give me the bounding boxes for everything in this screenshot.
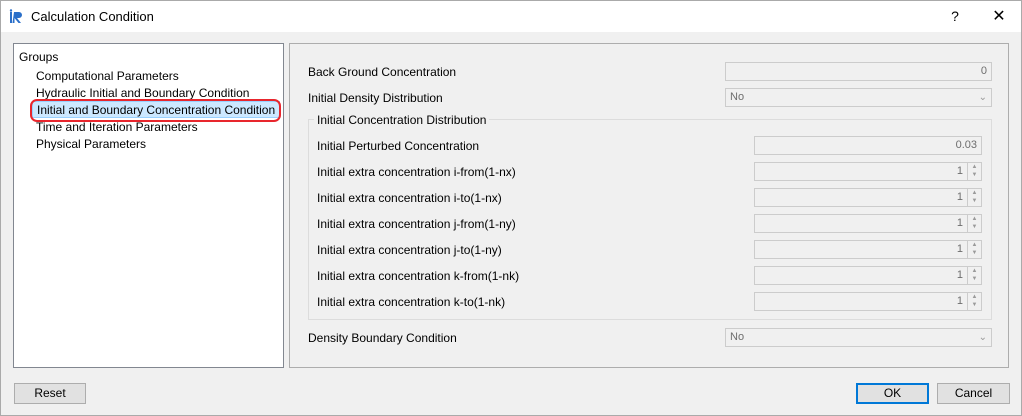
initial-density-distribution-select[interactable]: No ⌄ <box>725 88 992 107</box>
extra-i-to-label: Initial extra concentration i-to(1-nx) <box>317 191 502 205</box>
initial-perturbed-concentration-label: Initial Perturbed Concentration <box>317 139 480 153</box>
initial-density-distribution-label: Initial Density Distribution <box>308 91 443 105</box>
extra-i-from-label: Initial extra concentration i-from(1-nx) <box>317 165 516 179</box>
extra-i-from-value: 1 <box>956 165 963 177</box>
density-boundary-condition-value: No <box>730 331 745 343</box>
extra-j-to-spinbox[interactable]: 1 ▲ ▼ <box>754 240 982 259</box>
spin-arrows-icon[interactable]: ▲ ▼ <box>967 241 981 258</box>
extra-k-from-spinbox[interactable]: 1 ▲ ▼ <box>754 266 982 285</box>
initial-perturbed-concentration-field[interactable]: 0.03 <box>754 136 982 155</box>
extra-k-from-value: 1 <box>956 269 963 281</box>
cancel-button[interactable]: Cancel <box>937 383 1010 404</box>
back-ground-concentration-field[interactable]: 0 <box>725 62 992 81</box>
extra-j-from-spinbox[interactable]: 1 ▲ ▼ <box>754 214 982 233</box>
group-item-time-iteration-parameters[interactable]: Time and Iteration Parameters <box>32 119 202 136</box>
group-item-hydraulic-initial-boundary[interactable]: Hydraulic Initial and Boundary Condition <box>32 85 253 102</box>
window-title: Calculation Condition <box>31 9 154 24</box>
back-ground-concentration-label: Back Ground Concentration <box>308 65 457 79</box>
spin-arrows-icon[interactable]: ▲ ▼ <box>967 189 981 206</box>
spin-arrows-icon[interactable]: ▲ ▼ <box>967 267 981 284</box>
spin-arrows-icon[interactable]: ▲ ▼ <box>967 293 981 310</box>
extra-k-from-label: Initial extra concentration k-from(1-nk) <box>317 269 520 283</box>
groups-tree: Groups Computational Parameters Hydrauli… <box>13 43 284 368</box>
title-bar: Calculation Condition ? ✕ <box>1 1 1021 32</box>
chevron-down-icon: ⌄ <box>978 332 987 343</box>
density-boundary-condition-select[interactable]: No ⌄ <box>725 328 992 347</box>
chevron-down-icon: ⌄ <box>978 92 987 103</box>
reset-button[interactable]: Reset <box>14 383 86 404</box>
initial-concentration-distribution-title: Initial Concentration Distribution <box>314 113 490 127</box>
spin-arrows-icon[interactable]: ▲ ▼ <box>967 215 981 232</box>
extra-j-to-label: Initial extra concentration j-to(1-ny) <box>317 243 502 257</box>
initial-density-distribution-value: No <box>730 91 745 103</box>
extra-j-from-label: Initial extra concentration j-from(1-ny) <box>317 217 516 231</box>
extra-k-to-spinbox[interactable]: 1 ▲ ▼ <box>754 292 982 311</box>
help-button[interactable]: ? <box>941 1 969 32</box>
extra-i-from-spinbox[interactable]: 1 ▲ ▼ <box>754 162 982 181</box>
group-item-initial-boundary-concentration[interactable]: Initial and Boundary Concentration Condi… <box>32 101 281 118</box>
extra-i-to-value: 1 <box>956 191 963 203</box>
extra-i-to-spinbox[interactable]: 1 ▲ ▼ <box>754 188 982 207</box>
extra-k-to-label: Initial extra concentration k-to(1-nk) <box>317 295 506 309</box>
ok-button[interactable]: OK <box>856 383 929 404</box>
spin-arrows-icon[interactable]: ▲ ▼ <box>967 163 981 180</box>
density-boundary-condition-label: Density Boundary Condition <box>308 331 457 345</box>
groups-header: Groups <box>19 50 59 64</box>
extra-j-to-value: 1 <box>956 243 963 255</box>
iric-app-icon <box>9 9 22 23</box>
group-item-computational-parameters[interactable]: Computational Parameters <box>32 68 183 85</box>
extra-k-to-value: 1 <box>956 295 963 307</box>
close-button[interactable]: ✕ <box>985 1 1013 32</box>
calculation-condition-dialog: Calculation Condition ? ✕ Groups Computa… <box>0 0 1022 416</box>
extra-j-from-value: 1 <box>956 217 963 229</box>
group-item-physical-parameters[interactable]: Physical Parameters <box>32 136 150 153</box>
